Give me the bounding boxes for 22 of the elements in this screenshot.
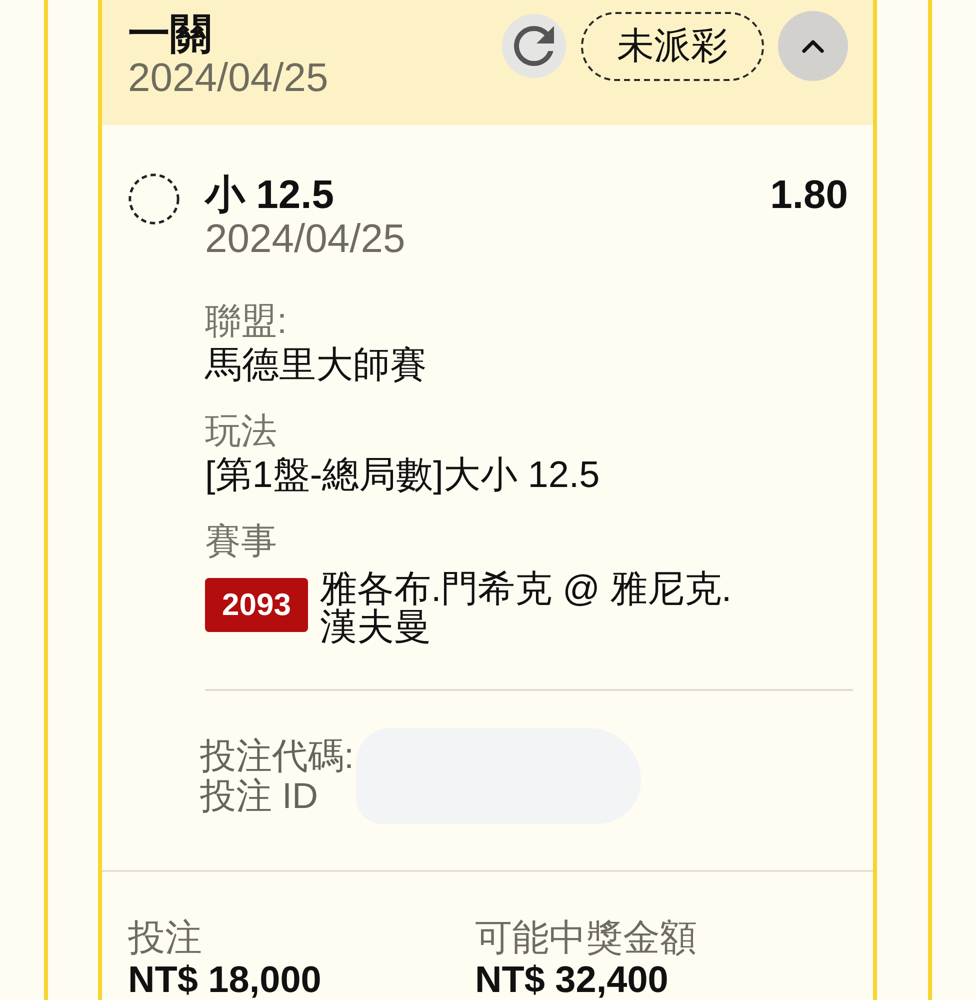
selection-name: 小 12.5 xyxy=(205,173,334,217)
chevron-up-icon xyxy=(802,40,824,52)
summary-label: 投注 xyxy=(128,916,202,960)
event-number-tag: 2093 xyxy=(205,578,308,632)
detail-label: 聯盟: xyxy=(205,299,288,343)
detail-value: 馬德里大師賽 xyxy=(205,343,427,387)
status-tag: 未派彩 xyxy=(581,12,764,80)
refresh-icon xyxy=(514,26,554,66)
odds-value: 1.80 xyxy=(770,173,848,217)
detail-label: 賽事 xyxy=(205,519,277,563)
slip-date: 2024/04/25 xyxy=(128,58,328,98)
dashed-circle-icon xyxy=(128,173,180,225)
summary-amount: NT$ 18,000 xyxy=(128,960,322,1000)
summary-label: 可能中獎金額 xyxy=(475,916,697,960)
reference-label: 投注 ID xyxy=(200,776,318,816)
detail-value: [第1盤-總局數]大小 12.5 xyxy=(205,453,600,497)
summary-amount: NT$ 32,400 xyxy=(475,960,668,1000)
selection-date: 2024/04/25 xyxy=(205,217,406,261)
event-name: 雅各布.門希克 @ 雅尼克.漢夫曼 xyxy=(320,570,733,646)
slip-title: 一關 xyxy=(128,10,212,58)
reference-label: 投注代碼: xyxy=(200,736,354,776)
detail-label: 玩法 xyxy=(205,409,277,453)
